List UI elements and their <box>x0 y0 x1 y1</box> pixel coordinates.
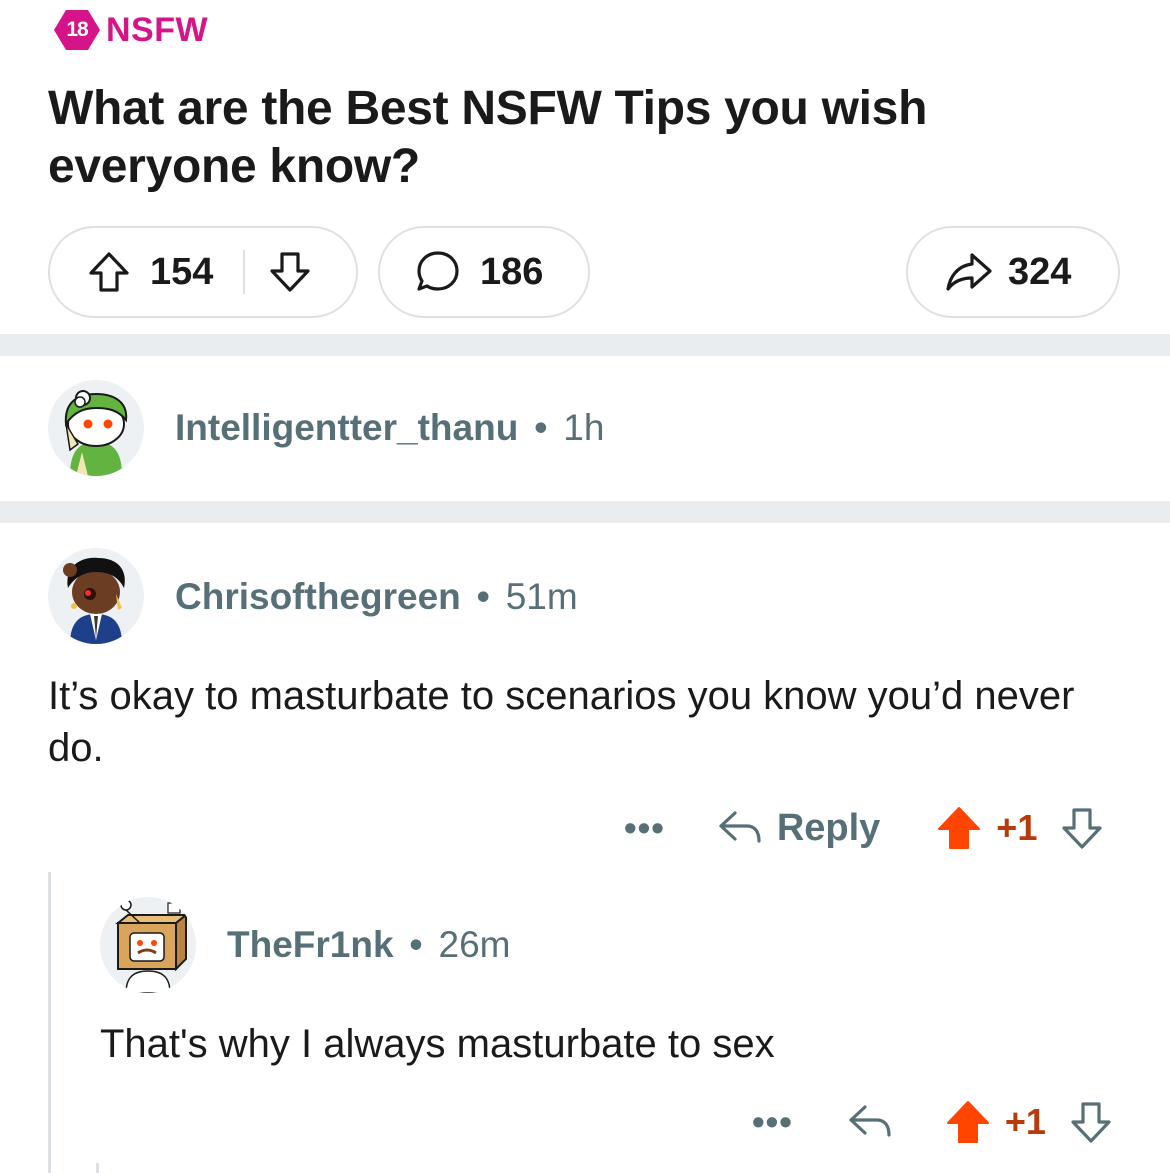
post-vote-pill: 154 <box>48 226 358 318</box>
upvote-active-icon[interactable] <box>936 805 982 851</box>
post-comments-button[interactable]: 186 <box>378 226 590 318</box>
more-options-icon[interactable]: ••• <box>624 807 665 849</box>
comment-icon <box>414 248 462 296</box>
section-divider <box>0 501 1170 523</box>
share-icon <box>944 249 994 295</box>
thread-line[interactable] <box>48 872 51 1173</box>
more-options-icon[interactable]: ••• <box>752 1101 793 1143</box>
comment-meta: Chrisofthegreen • 51m <box>175 576 578 618</box>
comment-body: It’s okay to masturbate to scenarios you… <box>48 674 1075 770</box>
comment-meta: TheFr1nk • 26m <box>227 924 511 966</box>
comment-actions: ••• +1 <box>752 1094 1114 1150</box>
post-title[interactable]: What are the Best NSFW Tips you wish eve… <box>48 80 1128 196</box>
nsfw-badge-number: 18 <box>66 18 88 41</box>
comment-meta: Intelligentter_thanu • 1h <box>175 407 604 449</box>
nsfw-label: NSFW <box>106 10 209 49</box>
nsfw-tag: 18 NSFW <box>52 8 208 52</box>
comment-score: +1 <box>996 807 1038 848</box>
post-comment-count: 186 <box>480 250 544 293</box>
avatar[interactable] <box>100 897 196 993</box>
thread-line[interactable] <box>96 1163 99 1173</box>
downvote-icon[interactable] <box>1068 1099 1114 1145</box>
comment-author[interactable]: TheFr1nk <box>227 924 394 966</box>
upvote-icon[interactable] <box>86 249 132 295</box>
vote-separator <box>243 250 246 294</box>
post-upvote-count: 154 <box>150 250 214 293</box>
reply-icon[interactable] <box>847 1101 893 1143</box>
post-share-count: 324 <box>1008 250 1072 293</box>
meta-separator: • <box>534 407 548 448</box>
reply-label: Reply <box>776 806 881 849</box>
post-share-button[interactable]: 324 <box>906 226 1120 318</box>
comment-body: That's why I always masturbate to sex <box>100 1022 775 1066</box>
upvote-active-icon[interactable] <box>945 1099 991 1145</box>
meta-separator: • <box>409 924 423 965</box>
comment-time: 26m <box>438 924 511 965</box>
avatar[interactable] <box>48 380 144 476</box>
comment-time: 51m <box>505 576 578 617</box>
comment-author[interactable]: Chrisofthegreen <box>175 576 461 618</box>
comment-score: +1 <box>1004 1101 1046 1142</box>
nsfw-badge-icon: 18 <box>52 8 102 52</box>
comment-actions: ••• Reply +1 <box>624 800 1105 856</box>
downvote-icon[interactable] <box>1059 805 1105 851</box>
downvote-icon[interactable] <box>267 249 313 295</box>
comment-author[interactable]: Intelligentter_thanu <box>175 407 518 449</box>
reply-icon <box>719 811 761 843</box>
avatar[interactable] <box>48 548 144 644</box>
comment-time: 1h <box>563 407 605 448</box>
reply-button[interactable]: Reply <box>717 807 880 850</box>
section-divider <box>0 334 1170 356</box>
meta-separator: • <box>476 576 490 617</box>
